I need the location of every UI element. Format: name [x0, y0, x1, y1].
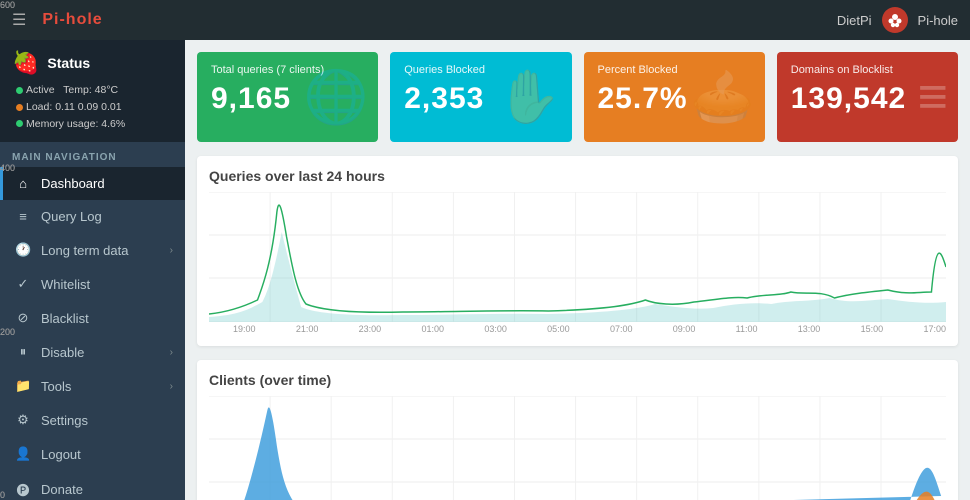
sidebar-nav: ⌂ Dashboard ≡ Query Log 🕐 Long term data… [0, 167, 185, 500]
x-label: 15:00 [861, 324, 884, 334]
chart-clients-title: Clients (over time) [209, 372, 946, 388]
chart-queries-title: Queries over last 24 hours [209, 168, 946, 184]
sidebar-item-left: ⏸ Disable [15, 344, 84, 360]
brand-prefix: Pi- [42, 11, 65, 28]
stat-icon-domains-blocklist: ≡ [918, 67, 948, 127]
sidebar-item-left: 📁 Tools [15, 378, 71, 394]
chart2-container [209, 396, 946, 500]
nav-section-title: MAIN NAVIGATION [0, 142, 185, 167]
topbar: ☰ Pi-hole DietPi Pi-hole [0, 0, 970, 40]
x-label: 23:00 [359, 324, 382, 334]
sidebar-label-blacklist: Blacklist [41, 311, 89, 326]
status-panel: 🍓 Status Active Temp: 48°C Load: 0.11 0.… [0, 40, 185, 142]
sidebar: 🍓 Status Active Temp: 48°C Load: 0.11 0.… [0, 40, 185, 500]
sidebar-item-left: ⚙ Settings [15, 412, 88, 428]
sidebar-item-logout[interactable]: 👤 Logout [0, 437, 185, 471]
sidebar-item-disable[interactable]: ⏸ Disable › [0, 335, 185, 369]
sidebar-label-donate: Donate [41, 482, 83, 497]
sidebar-item-left: ≡ Query Log [15, 209, 102, 224]
chart-queries: Queries over last 24 hours 6004002000 [197, 156, 958, 346]
sidebar-item-left: ⊘ Blacklist [15, 310, 89, 326]
x-label: 03:00 [484, 324, 507, 334]
sidebar-item-long-term-data[interactable]: 🕐 Long term data › [0, 233, 185, 267]
x-label: 05:00 [547, 324, 570, 334]
chart1-svg [209, 192, 946, 322]
sidebar-item-whitelist[interactable]: ✓ Whitelist [0, 267, 185, 301]
sidebar-label-long-term-data: Long term data [41, 243, 128, 258]
chart1-x-axis: 19:00 21:00 23:00 01:00 03:00 05:00 07:00 09:00… [209, 324, 946, 334]
stat-card-total-queries: Total queries (7 clients) 9,165 🌐 [197, 52, 378, 142]
x-label: 09:00 [673, 324, 696, 334]
sidebar-item-left: ✓ Whitelist [15, 276, 90, 292]
sidebar-item-settings[interactable]: ⚙ Settings [0, 403, 185, 437]
stat-icon-percent-blocked: 🥧 [690, 67, 755, 128]
status-active: Active Temp: 48°C [16, 82, 173, 99]
sidebar-label-dashboard: Dashboard [41, 176, 105, 191]
status-items: Active Temp: 48°C Load: 0.11 0.09 0.01 M… [12, 82, 173, 132]
sidebar-item-blacklist[interactable]: ⊘ Blacklist [0, 301, 185, 335]
topbar-left: ☰ Pi-hole [12, 10, 103, 30]
stat-icon-queries-blocked: ✋ [497, 67, 562, 128]
raspberry-icon [887, 12, 903, 28]
sidebar-label-settings: Settings [41, 413, 88, 428]
brand-suffix: hole [66, 11, 103, 28]
content-area: Total queries (7 clients) 9,165 🌐 Querie… [185, 40, 970, 500]
sidebar-item-left: ⌂ Dashboard [15, 176, 105, 191]
topbar-right: DietPi Pi-hole [837, 7, 958, 33]
x-label: 07:00 [610, 324, 633, 334]
stat-icon-total-queries: 🌐 [304, 67, 369, 128]
sidebar-item-left: 👤 Logout [15, 446, 81, 462]
sidebar-item-donate[interactable]: 🅟 Donate [0, 471, 185, 500]
chart-clients: Clients (over time) 6004002000 [197, 360, 958, 500]
sidebar-item-left: 🕐 Long term data [15, 242, 128, 258]
status-memory: Memory usage: 4.6% [16, 116, 173, 133]
stat-card-domains-blocklist: Domains on Blocklist 139,542 ≡ [777, 52, 958, 142]
stat-cards: Total queries (7 clients) 9,165 🌐 Querie… [197, 52, 958, 142]
x-label: 19:00 [233, 324, 256, 334]
chevron-icon: › [170, 245, 173, 256]
chevron-icon: › [170, 347, 173, 358]
stat-card-queries-blocked: Queries Blocked 2,353 ✋ [390, 52, 571, 142]
status-title: Status [47, 55, 90, 71]
user-label: DietPi [837, 13, 872, 28]
x-label: 17:00 [923, 324, 946, 334]
sidebar-label-tools: Tools [41, 379, 71, 394]
sidebar-item-left: 🅟 Donate [15, 480, 83, 499]
sidebar-label-query-log: Query Log [41, 209, 102, 224]
sidebar-label-disable: Disable [41, 345, 84, 360]
avatar [882, 7, 908, 33]
x-label: 11:00 [736, 324, 758, 334]
status-header: 🍓 Status [12, 50, 173, 76]
sidebar-item-tools[interactable]: 📁 Tools › [0, 369, 185, 403]
x-label: 13:00 [798, 324, 821, 334]
chart1-container [209, 192, 946, 322]
x-label: 01:00 [421, 324, 444, 334]
brand-logo: Pi-hole [42, 11, 102, 29]
x-label: 21:00 [296, 324, 319, 334]
main-layout: 🍓 Status Active Temp: 48°C Load: 0.11 0.… [0, 40, 970, 500]
sidebar-label-logout: Logout [41, 447, 81, 462]
status-load: Load: 0.11 0.09 0.01 [16, 99, 173, 116]
instance-label: Pi-hole [918, 13, 958, 28]
chevron-icon: › [170, 381, 173, 392]
sidebar-item-query-log[interactable]: ≡ Query Log [0, 200, 185, 233]
stat-card-percent-blocked: Percent Blocked 25.7% 🥧 [584, 52, 765, 142]
sidebar-item-dashboard[interactable]: ⌂ Dashboard [0, 167, 185, 200]
sidebar-label-whitelist: Whitelist [41, 277, 90, 292]
chart2-svg [209, 396, 946, 500]
